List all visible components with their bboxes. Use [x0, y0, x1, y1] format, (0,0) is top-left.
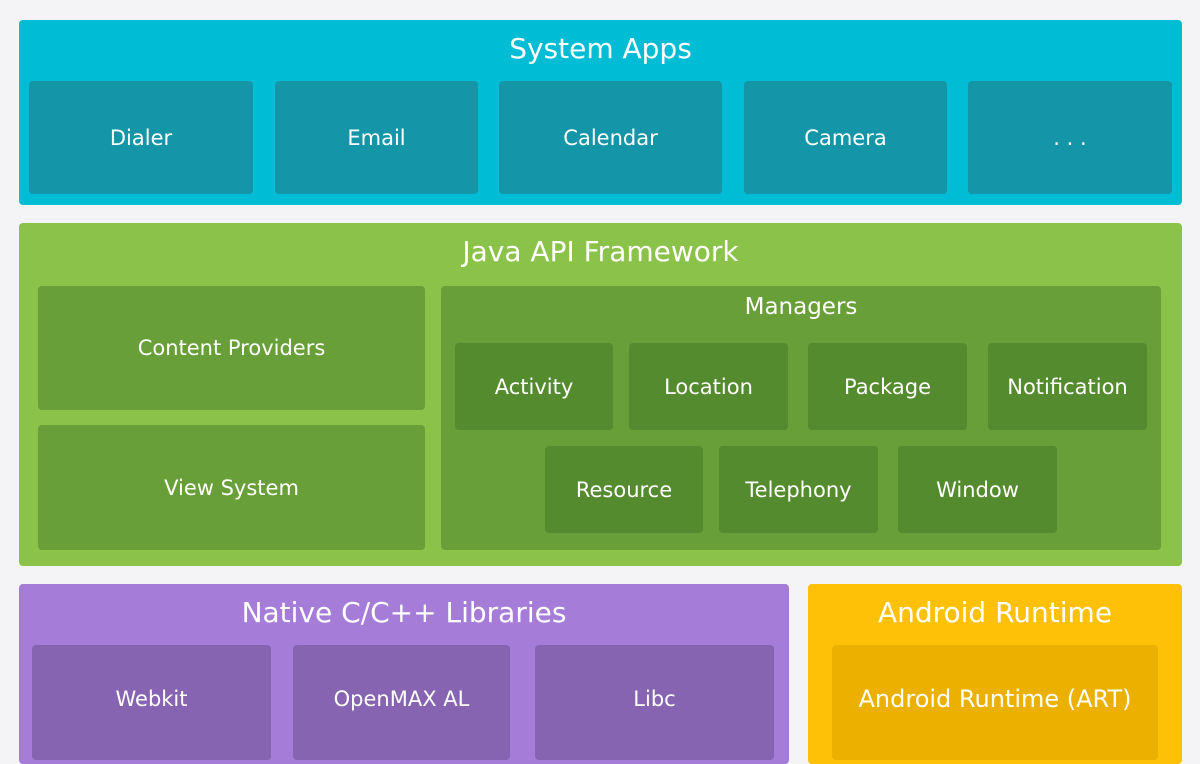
lib-libc: Libc [535, 645, 774, 760]
app-calendar: Calendar [499, 81, 722, 194]
app-camera: Camera [744, 81, 947, 194]
managers-title: Managers [744, 294, 858, 320]
manager-telephony: Telephony [719, 446, 878, 533]
system-apps-title: System Apps [509, 32, 692, 65]
app-more: . . . [968, 81, 1172, 194]
manager-location: Location [629, 343, 788, 430]
lib-webkit: Webkit [32, 645, 271, 760]
lib-openmax-al: OpenMAX AL [293, 645, 510, 760]
android-runtime-art: Android Runtime (ART) [832, 645, 1158, 760]
view-system: View System [38, 425, 425, 550]
java-api-title: Java API Framework [462, 235, 739, 268]
content-providers: Content Providers [38, 286, 425, 410]
manager-notification: Notification [988, 343, 1147, 430]
manager-window: Window [898, 446, 1057, 533]
app-dialer: Dialer [29, 81, 253, 194]
android-runtime-title: Android Runtime [877, 596, 1113, 629]
app-email: Email [275, 81, 478, 194]
manager-package: Package [808, 343, 967, 430]
native-libraries-title: Native C/C++ Libraries [241, 596, 567, 629]
manager-resource: Resource [545, 446, 703, 533]
manager-activity: Activity [455, 343, 613, 430]
